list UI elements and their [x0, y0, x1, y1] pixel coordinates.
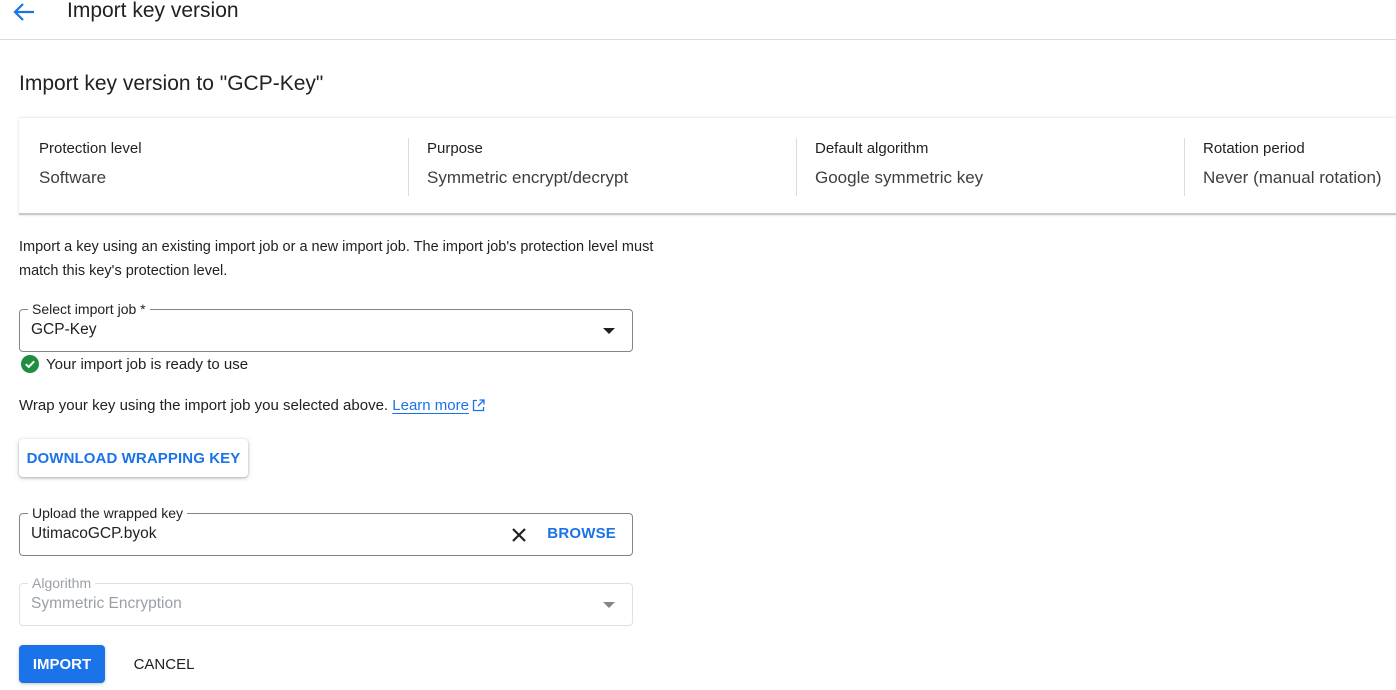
close-icon: [512, 528, 526, 542]
summary-purpose: Purpose Symmetric encrypt/decrypt: [408, 138, 796, 196]
key-summary-card: Protection level Software Purpose Symmet…: [19, 118, 1396, 215]
import-job-select[interactable]: Select import job * GCP-Key: [19, 299, 633, 352]
summary-value: Google symmetric key: [815, 168, 984, 187]
dropdown-arrow-icon: [603, 602, 615, 608]
top-bar: Import key version: [0, 0, 1396, 40]
wrap-text: Wrap your key using the import job you s…: [19, 397, 393, 414]
page-title: Import key version to "GCP-Key": [19, 72, 324, 95]
algorithm-label: Algorithm: [28, 573, 96, 593]
summary-label: Purpose: [427, 140, 483, 157]
import-key-version-page: Import key version Import key version to…: [0, 0, 1396, 690]
upload-filename: UtimacoGCP.byok: [31, 525, 157, 542]
summary-value: Symmetric encrypt/decrypt: [427, 168, 629, 187]
import-button[interactable]: IMPORT: [19, 645, 105, 683]
import-job-status: Your import job is ready to use: [21, 354, 248, 374]
summary-value: Software: [39, 168, 107, 187]
summary-default-algorithm: Default algorithm Google symmetric key: [796, 138, 1184, 196]
upload-label: Upload the wrapped key: [28, 503, 187, 523]
summary-label: Default algorithm: [815, 140, 929, 157]
download-wrapping-key-button[interactable]: DOWNLOAD WRAPPING KEY: [19, 439, 248, 477]
summary-protection-level: Protection level Software: [19, 138, 408, 196]
algorithm-value: Symmetric Encryption: [31, 595, 182, 612]
summary-value: Never (manual rotation): [1203, 168, 1382, 187]
check-circle-icon: [21, 355, 39, 373]
summary-label: Protection level: [39, 140, 142, 157]
back-button[interactable]: [10, 0, 38, 24]
wrap-instructions: Wrap your key using the import job you s…: [19, 397, 485, 414]
cancel-button[interactable]: CANCEL: [121, 645, 207, 683]
external-link-icon: [472, 399, 485, 412]
status-text: Your import job is ready to use: [46, 355, 249, 373]
wrapped-key-upload-field[interactable]: Upload the wrapped key UtimacoGCP.byok B…: [19, 503, 633, 556]
summary-label: Rotation period: [1203, 140, 1305, 157]
import-job-label: Select import job *: [28, 299, 150, 319]
import-job-value: GCP-Key: [31, 321, 97, 338]
algorithm-select: Algorithm Symmetric Encryption: [19, 573, 633, 626]
import-description: Import a key using an existing import jo…: [19, 239, 654, 279]
arrow-back-icon: [13, 3, 34, 21]
learn-more-link[interactable]: Learn more: [392, 397, 469, 414]
browse-button[interactable]: BROWSE: [547, 525, 616, 542]
header-title: Import key version: [67, 0, 239, 22]
dropdown-arrow-icon: [603, 328, 615, 334]
clear-button[interactable]: [508, 524, 530, 546]
summary-rotation-period: Rotation period Never (manual rotation): [1184, 138, 1396, 196]
